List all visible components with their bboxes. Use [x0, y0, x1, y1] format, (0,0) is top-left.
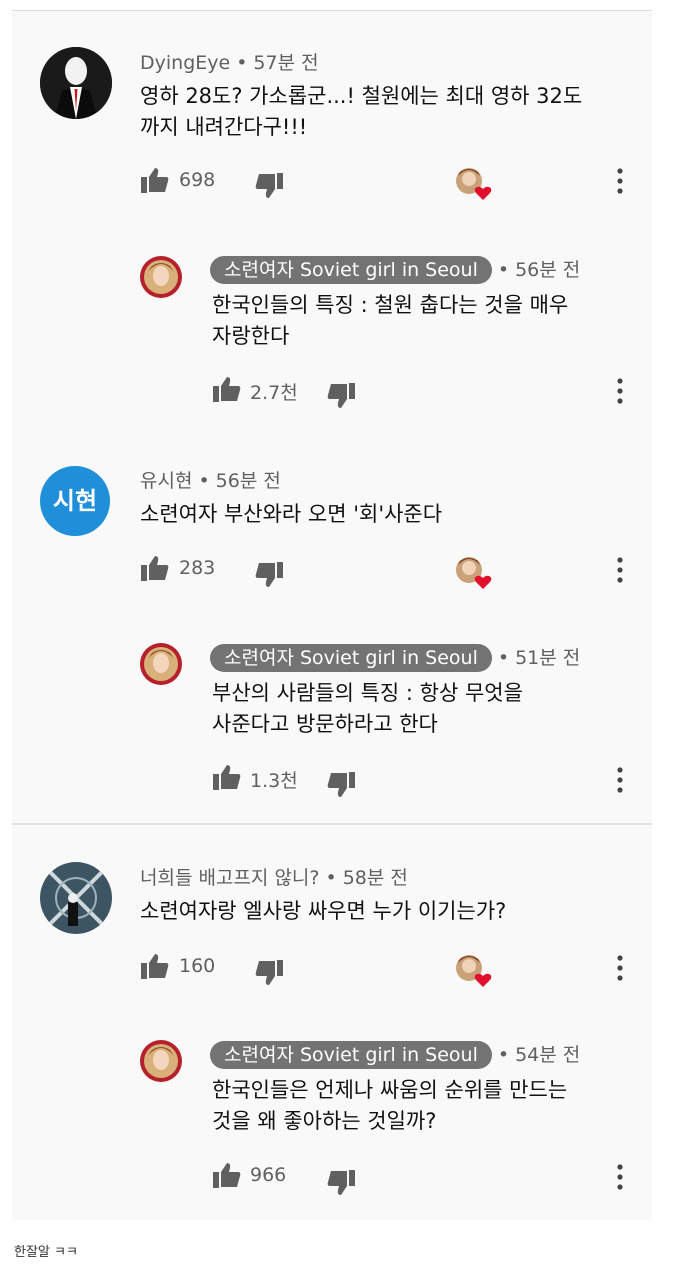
- comment-line: 까지 내려간다구!!!: [140, 115, 308, 139]
- avatar-dyingeye[interactable]: [40, 47, 112, 119]
- thumbs-down-icon[interactable]: [254, 172, 284, 200]
- avatar-initials: 시현: [52, 487, 98, 515]
- reply-meta: 소련여자 Soviet girl in Seoul • 56분 전: [210, 255, 580, 284]
- timestamp[interactable]: 51분 전: [515, 647, 580, 669]
- reply-line: 부산의 사람들의 특징 : 항상 무엇을: [212, 681, 523, 705]
- reply-text: 한국인들의 특징 : 철원 춥다는 것을 매우 자랑한다: [212, 290, 568, 352]
- comment-text: 영하 28도? 가소롭군...! 철원에는 최대 영하 32도 까지 내려간다구…: [140, 81, 582, 143]
- channel-owner-chip[interactable]: 소련여자 Soviet girl in Seoul: [210, 256, 492, 284]
- avatar-soviet-girl[interactable]: [140, 1040, 182, 1082]
- channel-owner-chip[interactable]: 소련여자 Soviet girl in Seoul: [210, 1041, 492, 1069]
- reply-line: 사준다고 방문하라고 한다: [212, 712, 438, 736]
- thumbs-down-icon[interactable]: [254, 561, 284, 589]
- timestamp[interactable]: 58분 전: [343, 867, 408, 889]
- like-count: 283: [179, 557, 216, 579]
- comment-line: 영하 28도? 가소롭군...! 철원에는 최대 영하 32도: [140, 84, 583, 108]
- creator-heart-icon: [456, 955, 492, 987]
- creator-heart-icon: [456, 168, 492, 200]
- more-vert-icon[interactable]: [615, 168, 625, 194]
- comments-panel: [12, 10, 652, 1220]
- timestamp[interactable]: 57분 전: [253, 52, 318, 74]
- reply-line: 것을 왜 좋아하는 것일까?: [212, 1109, 437, 1133]
- comment-text: 소련여자랑 엘사랑 싸우면 누가 이기는가?: [140, 896, 506, 927]
- thumbs-up-icon[interactable]: [212, 1161, 242, 1189]
- like-count: 160: [179, 955, 216, 977]
- like-count: 2.7천: [250, 382, 298, 404]
- post-caption: 한잘알 ㅋㅋ: [14, 1245, 78, 1260]
- author-name[interactable]: 유시현: [140, 470, 192, 492]
- more-vert-icon[interactable]: [615, 955, 625, 981]
- reply-text: 한국인들은 언제나 싸움의 순위를 만드는 것을 왜 좋아하는 것일까?: [212, 1075, 567, 1137]
- thumbs-down-icon[interactable]: [254, 959, 284, 987]
- thumbs-up-icon[interactable]: [140, 554, 170, 582]
- comment-meta: 유시현 • 56분 전: [140, 470, 281, 492]
- comment-line: 소련여자 부산와라 오면 '회'사준다: [140, 502, 443, 526]
- more-vert-icon[interactable]: [615, 767, 625, 793]
- creator-heart-icon: [456, 557, 492, 589]
- timestamp[interactable]: 56분 전: [515, 259, 580, 281]
- thumbs-down-icon[interactable]: [326, 1169, 356, 1197]
- top-divider: [12, 10, 652, 11]
- comment-meta: DyingEye • 57분 전: [140, 52, 319, 74]
- timestamp[interactable]: 56분 전: [216, 470, 281, 492]
- reply-line: 한국인들은 언제나 싸움의 순위를 만드는: [212, 1078, 568, 1102]
- reply-line: 자랑한다: [212, 324, 290, 348]
- like-count: 1.3천: [250, 770, 298, 792]
- avatar-soviet-girl[interactable]: [140, 643, 182, 685]
- more-vert-icon[interactable]: [615, 378, 625, 404]
- thread-divider: [12, 823, 652, 825]
- author-name[interactable]: 너희들 배고프지 않니?: [140, 867, 319, 889]
- avatar-hungry[interactable]: [40, 862, 112, 934]
- comment-text: 소련여자 부산와라 오면 '회'사준다: [140, 499, 442, 530]
- like-count: 966: [250, 1164, 287, 1186]
- thumbs-down-icon[interactable]: [326, 771, 356, 799]
- thumbs-up-icon[interactable]: [212, 763, 242, 791]
- thumbs-up-icon[interactable]: [140, 952, 170, 980]
- reply-meta: 소련여자 Soviet girl in Seoul • 51분 전: [210, 643, 580, 672]
- avatar-yusihyeon[interactable]: 시현: [40, 466, 110, 536]
- thumbs-up-icon[interactable]: [212, 375, 242, 403]
- thumbs-up-icon[interactable]: [140, 166, 170, 194]
- reply-text: 부산의 사람들의 특징 : 항상 무엇을 사준다고 방문하라고 한다: [212, 678, 523, 740]
- author-name[interactable]: DyingEye: [140, 52, 230, 74]
- reply-meta: 소련여자 Soviet girl in Seoul • 54분 전: [210, 1040, 580, 1069]
- timestamp[interactable]: 54분 전: [515, 1044, 580, 1066]
- comment-line: 소련여자랑 엘사랑 싸우면 누가 이기는가?: [140, 899, 507, 923]
- comment-meta: 너희들 배고프지 않니? • 58분 전: [140, 867, 408, 889]
- avatar-soviet-girl[interactable]: [140, 256, 182, 298]
- thumbs-down-icon[interactable]: [326, 382, 356, 410]
- channel-owner-chip[interactable]: 소련여자 Soviet girl in Seoul: [210, 644, 492, 672]
- reply-line: 한국인들의 특징 : 철원 춥다는 것을 매우: [212, 293, 569, 317]
- like-count: 698: [179, 169, 216, 191]
- more-vert-icon[interactable]: [615, 557, 625, 583]
- more-vert-icon[interactable]: [615, 1164, 625, 1190]
